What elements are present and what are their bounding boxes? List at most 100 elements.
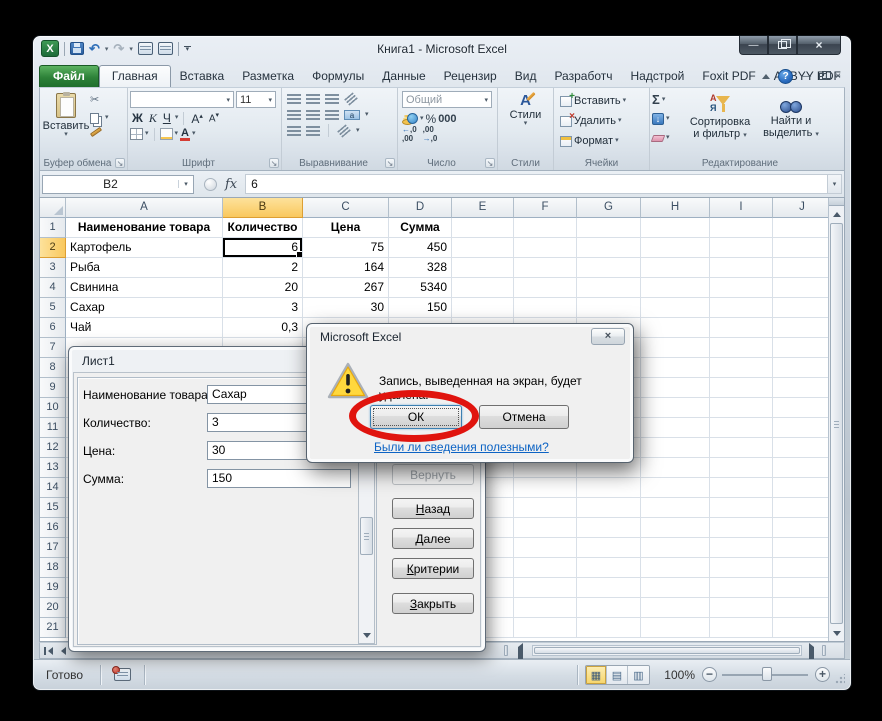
- cell-D4[interactable]: 5340: [389, 278, 452, 298]
- cell-G14[interactable]: [577, 478, 641, 498]
- cell-F20[interactable]: [514, 598, 577, 618]
- cell-A2[interactable]: Картофель: [66, 238, 223, 258]
- decrease-decimal-icon[interactable]: ,00 →,0: [423, 125, 438, 143]
- number-format-combo[interactable]: Общий ▾: [402, 91, 492, 108]
- normal-view-button[interactable]: ▦: [586, 666, 607, 684]
- scroll-down-icon[interactable]: [830, 626, 843, 640]
- page-break-view-button[interactable]: ▥: [628, 666, 649, 684]
- cell-D2[interactable]: 450: [389, 238, 452, 258]
- cell-A6[interactable]: Чай: [66, 318, 223, 338]
- cell-J17[interactable]: [773, 538, 832, 558]
- tab-review[interactable]: Рецензир: [435, 65, 506, 87]
- cell-G5[interactable]: [577, 298, 641, 318]
- formula-input[interactable]: 6: [245, 174, 827, 194]
- cell-H18[interactable]: [641, 558, 710, 578]
- percent-format-button[interactable]: %: [426, 112, 437, 126]
- close-button[interactable]: ×: [797, 36, 841, 55]
- row-header-8[interactable]: 8: [40, 358, 66, 378]
- wrap-text-icon[interactable]: [337, 123, 351, 138]
- cell-I13[interactable]: [710, 458, 773, 478]
- cell-H5[interactable]: [641, 298, 710, 318]
- cell-G21[interactable]: [577, 618, 641, 638]
- cell-H13[interactable]: [641, 458, 710, 478]
- zoom-out-icon[interactable]: −: [702, 667, 717, 682]
- insert-cells-button[interactable]: Вставить▾: [560, 91, 647, 111]
- row-header-3[interactable]: 3: [40, 258, 66, 278]
- previous-sheet-icon[interactable]: [60, 647, 66, 655]
- font-name-combo[interactable]: ▾: [130, 91, 234, 108]
- tab-data[interactable]: Данные: [373, 65, 434, 87]
- record-macro-icon[interactable]: [112, 666, 131, 681]
- cell-I21[interactable]: [710, 618, 773, 638]
- horizontal-scrollbar[interactable]: [532, 645, 802, 656]
- cell-J18[interactable]: [773, 558, 832, 578]
- cell-J19[interactable]: [773, 578, 832, 598]
- tab-formulas[interactable]: Формулы: [303, 65, 373, 87]
- cell-B1[interactable]: Количество: [223, 218, 303, 238]
- tab-home[interactable]: Главная: [98, 65, 171, 87]
- cell-J7[interactable]: [773, 338, 832, 358]
- cell-H1[interactable]: [641, 218, 710, 238]
- cell-I18[interactable]: [710, 558, 773, 578]
- cell-J14[interactable]: [773, 478, 832, 498]
- cell-I9[interactable]: [710, 378, 773, 398]
- field-input-sum[interactable]: 150: [207, 469, 351, 488]
- collapse-ribbon-icon[interactable]: [762, 74, 771, 79]
- cell-H21[interactable]: [641, 618, 710, 638]
- cell-G18[interactable]: [577, 558, 641, 578]
- zoom-in-icon[interactable]: +: [815, 667, 830, 682]
- horizontal-scroll-thumb[interactable]: [534, 647, 800, 654]
- cell-B3[interactable]: 2: [223, 258, 303, 278]
- cell-I7[interactable]: [710, 338, 773, 358]
- zoom-level[interactable]: 100%: [664, 668, 695, 682]
- cell-G16[interactable]: [577, 518, 641, 538]
- cell-I20[interactable]: [710, 598, 773, 618]
- align-left-icon[interactable]: [287, 109, 301, 120]
- name-box-dropdown-icon[interactable]: ▾: [178, 180, 193, 188]
- merge-center-icon[interactable]: a: [344, 109, 360, 120]
- row-header-15[interactable]: 15: [40, 498, 66, 518]
- row-header-19[interactable]: 19: [40, 578, 66, 598]
- back-button[interactable]: Назад: [392, 498, 474, 519]
- cell-I14[interactable]: [710, 478, 773, 498]
- cell-F5[interactable]: [514, 298, 577, 318]
- cell-F1[interactable]: [514, 218, 577, 238]
- cell-F14[interactable]: [514, 478, 577, 498]
- workbook-minimize-icon[interactable]: —: [801, 71, 811, 82]
- cell-J21[interactable]: [773, 618, 832, 638]
- page-layout-view-button[interactable]: ▤: [607, 666, 628, 684]
- column-header-A[interactable]: A: [66, 198, 223, 218]
- increase-font-icon[interactable]: А▴: [189, 110, 205, 126]
- cell-J8[interactable]: [773, 358, 832, 378]
- cell-I8[interactable]: [710, 358, 773, 378]
- format-cells-button[interactable]: Формат ▾: [560, 131, 647, 151]
- cell-G2[interactable]: [577, 238, 641, 258]
- expand-formula-bar-icon[interactable]: ▾: [827, 174, 842, 194]
- row-header-14[interactable]: 14: [40, 478, 66, 498]
- cell-J9[interactable]: [773, 378, 832, 398]
- underline-button[interactable]: Ч: [161, 111, 173, 125]
- tab-foxit-pdf[interactable]: Foxit PDF: [693, 65, 764, 87]
- column-header-I[interactable]: I: [710, 198, 773, 218]
- scroll-up-icon[interactable]: [830, 207, 843, 221]
- cell-H3[interactable]: [641, 258, 710, 278]
- cell-I2[interactable]: [710, 238, 773, 258]
- cell-H12[interactable]: [641, 438, 710, 458]
- column-header-J[interactable]: J: [773, 198, 832, 218]
- cell-E5[interactable]: [452, 298, 514, 318]
- close-form-button[interactable]: Закрыть: [392, 593, 474, 614]
- form-scroll-down-icon[interactable]: [360, 629, 373, 642]
- row-header-6[interactable]: 6: [40, 318, 66, 338]
- cell-G20[interactable]: [577, 598, 641, 618]
- cell-I19[interactable]: [710, 578, 773, 598]
- feedback-link[interactable]: Были ли сведения полезными?: [374, 440, 549, 454]
- tab-split-handle[interactable]: [504, 645, 508, 656]
- alignment-dialog-launcher-icon[interactable]: ↘: [385, 158, 395, 168]
- select-all-corner[interactable]: [40, 198, 66, 218]
- cell-J11[interactable]: [773, 418, 832, 438]
- restore-record-button[interactable]: Вернуть: [392, 464, 474, 485]
- cell-F4[interactable]: [514, 278, 577, 298]
- cell-B5[interactable]: 3: [223, 298, 303, 318]
- cell-I15[interactable]: [710, 498, 773, 518]
- restore-button[interactable]: [768, 36, 797, 55]
